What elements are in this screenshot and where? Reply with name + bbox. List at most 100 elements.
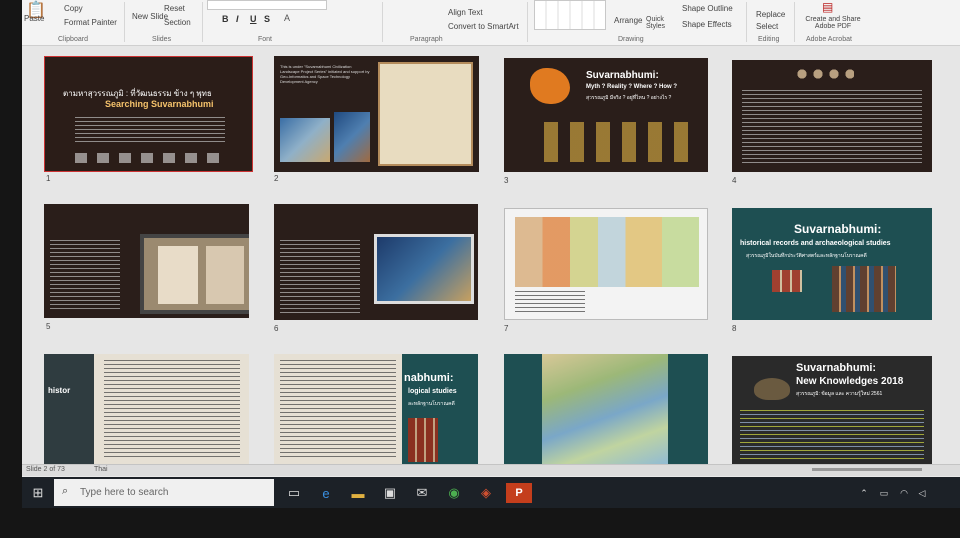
slide-thumbnail-10[interactable]: nabhumi: logical studies ละหลักฐานโบราณค… [274, 354, 478, 464]
paste-button[interactable]: Paste [24, 14, 44, 23]
shape-outline-button[interactable]: Shape Outline [682, 4, 733, 13]
battery-icon[interactable]: ▭ [874, 483, 894, 503]
pdf-icon[interactable]: ▤ [822, 0, 833, 14]
font-name-box[interactable] [207, 0, 327, 10]
create-share-pdf-button[interactable]: Create and Share Adobe PDF [798, 16, 868, 30]
slide-thumbnail-1[interactable]: ตามหาสุวรรณภูมิ : ที่วัฒนธรรม ข้าง ๆ พุท… [44, 56, 253, 172]
book-photo-image [140, 234, 249, 314]
quick-styles-button[interactable]: Quick Styles [646, 16, 676, 30]
taskbar: ⊞ ⌕ Type here to search ▭ e ▬ ▣ ✉ ◉ ◈ P … [22, 477, 960, 508]
divider [527, 2, 528, 42]
slide-subtitle: New Knowledges 2018 [796, 376, 904, 387]
select-button[interactable]: Select [756, 22, 778, 31]
shadow-button[interactable]: S [264, 14, 270, 24]
slide-body-text [75, 117, 225, 145]
wifi-icon[interactable]: ◠ [894, 483, 914, 503]
replace-button[interactable]: Replace [756, 10, 785, 19]
slide-title: histor [48, 386, 71, 395]
slide-number: 4 [732, 176, 737, 185]
slide-thai-subtitle: ละหลักฐานโบราณคดี [408, 401, 455, 407]
bold-button[interactable]: B [222, 14, 229, 24]
slide-thumbnail-7[interactable] [504, 208, 708, 320]
slide-thumbnail-2[interactable]: This is under "Suvarnabhumi Civilization… [274, 56, 479, 172]
map-image [280, 118, 330, 162]
section-button[interactable]: Section [164, 18, 191, 27]
format-painter-button[interactable]: Format Painter [64, 18, 117, 27]
align-text-button[interactable]: Align Text [448, 8, 483, 17]
slide-body-text: This is under "Suvarnabhumi Civilization… [280, 64, 370, 84]
slide-number: 5 [46, 322, 51, 331]
map-photo-image [374, 234, 474, 304]
book-cover-image [334, 112, 370, 162]
language-status: Thai [94, 466, 108, 473]
slide-number: 7 [504, 324, 509, 333]
reset-button[interactable]: Reset [164, 4, 185, 13]
search-placeholder: Type here to search [80, 487, 169, 498]
font-group-label: Font [258, 36, 273, 43]
chevron-up-icon[interactable]: ⌃ [854, 483, 874, 503]
app-icon[interactable]: ◈ [476, 483, 496, 503]
slide-thai-subtitle: สุวรรณภูมิ มีจริง ? อยู่ที่ไหน ? อย่างไร… [586, 95, 672, 101]
slide-number: 1 [46, 174, 51, 183]
divider [382, 2, 383, 42]
slide-thumbnail-4[interactable] [732, 60, 932, 172]
chrome-icon[interactable]: ◉ [444, 483, 464, 503]
slide-thumbnail-3[interactable]: Suvarnabhumi: Myth ? Reality ? Where ? H… [504, 58, 708, 172]
ribbon: 📋 Paste Copy Format Painter Clipboard Ne… [22, 0, 960, 46]
slide-thumbnail-9[interactable]: histor [44, 354, 249, 464]
mail-icon[interactable]: ✉ [412, 483, 432, 503]
slide-body-text [50, 240, 120, 312]
logo-strip [75, 153, 225, 163]
slide-thai-subtitle: สุวรรณภูมิ: ข้อมูล และ ความรู้ใหม่ 2561 [796, 391, 883, 397]
shapes-gallery[interactable] [534, 0, 606, 30]
status-bar: Slide 2 of 73 Thai [22, 464, 960, 476]
artifact-images [544, 122, 694, 162]
slide-title: nabhumi: [404, 372, 454, 384]
font-color-icon[interactable]: A [284, 13, 290, 23]
slide-body-text [742, 90, 922, 166]
divider [124, 2, 125, 42]
shape-effects-button[interactable]: Shape Effects [682, 20, 732, 29]
slide-number: 2 [274, 174, 279, 183]
slide-count-status: Slide 2 of 73 [26, 466, 65, 473]
convert-smartart-button[interactable]: Convert to SmartArt [448, 22, 519, 31]
slide-body-text [740, 410, 924, 460]
store-icon[interactable]: ▣ [380, 483, 400, 503]
powerpoint-icon[interactable]: P [506, 483, 532, 503]
document-page-image [94, 354, 249, 464]
volume-icon[interactable]: ◁ [912, 483, 932, 503]
antique-map-image [378, 62, 473, 166]
slide-thumbnail-6[interactable] [274, 204, 478, 320]
underline-button[interactable]: U [250, 14, 257, 24]
drawing-group-label: Drawing [618, 36, 644, 43]
arrange-button[interactable]: Arrange [614, 16, 642, 25]
adobe-group-label: Adobe Acrobat [806, 36, 852, 43]
editing-group-label: Editing [758, 36, 780, 43]
divider [794, 2, 795, 42]
slide-number: 3 [504, 176, 509, 185]
slide-thumbnail-11[interactable] [504, 354, 708, 466]
zoom-slider[interactable] [812, 468, 922, 471]
edge-browser-icon[interactable]: e [316, 483, 336, 503]
windows-start-icon[interactable]: ⊞ [28, 483, 48, 503]
copy-button[interactable]: Copy [64, 4, 83, 13]
slides-group-label: Slides [152, 36, 172, 43]
task-view-icon[interactable]: ▭ [284, 483, 304, 503]
search-icon: ⌕ [62, 485, 69, 497]
slide-subtitle: logical studies [408, 388, 457, 395]
new-slide-button[interactable]: New Slide [132, 12, 168, 21]
book-stack-image [832, 266, 896, 312]
slide-title: Suvarnabhumi: [796, 362, 877, 374]
slide-thumbnail-12[interactable]: Suvarnabhumi: New Knowledges 2018 สุวรรณ… [732, 356, 932, 466]
slide-thai-subtitle: สุวรรณภูมิในบันทึกประวัติศาสตร์และหลักฐา… [746, 253, 867, 259]
file-explorer-icon[interactable]: ▬ [348, 483, 368, 503]
slide-title: Searching Suvarnabhumi [105, 99, 214, 109]
slide-thumbnail-8[interactable]: Suvarnabhumi: historical records and arc… [732, 208, 932, 320]
italic-button[interactable]: I [236, 14, 239, 24]
divider [746, 2, 747, 42]
slide-number: 8 [732, 324, 737, 333]
slide-thumbnail-5[interactable] [44, 204, 249, 318]
map-caption-text [515, 291, 585, 313]
taskbar-search-box[interactable]: ⌕ Type here to search [54, 479, 274, 506]
slide-subtitle: Myth ? Reality ? Where ? How ? [586, 84, 678, 90]
